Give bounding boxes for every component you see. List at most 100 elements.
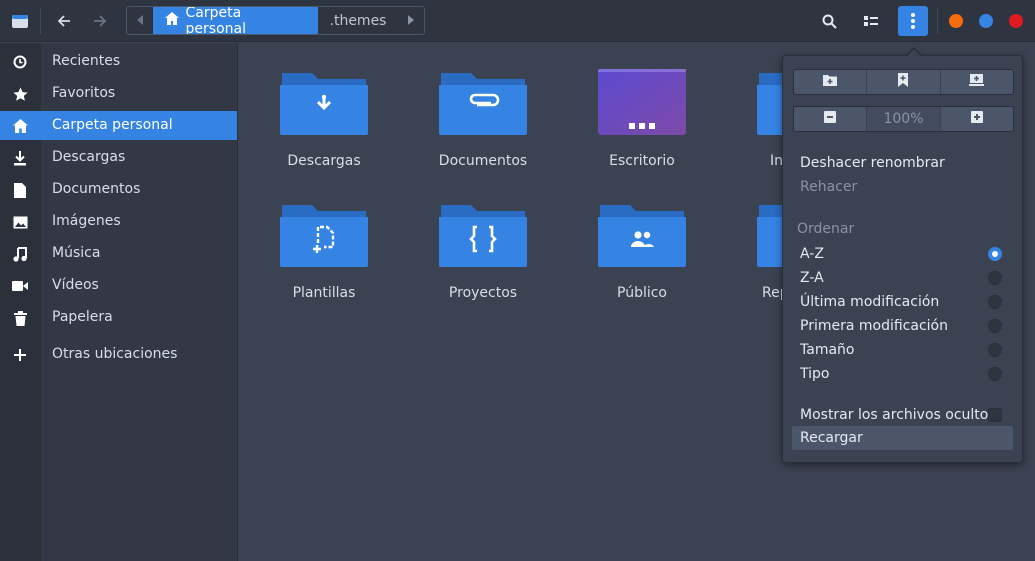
main-menu-button[interactable] [898, 6, 928, 36]
breadcrumb-home[interactable]: Carpeta personal [152, 6, 318, 35]
list-view-icon [864, 15, 878, 27]
breadcrumb-themes[interactable]: .themes [318, 7, 399, 34]
arrow-left-icon [57, 14, 71, 28]
minimize-button[interactable] [949, 14, 963, 28]
minus-icon [824, 111, 837, 127]
file-label: Documentos [438, 153, 528, 169]
search-icon [822, 14, 837, 29]
breadcrumb-label: .themes [329, 12, 387, 29]
trash-icon [12, 310, 28, 326]
sort-radio-size[interactable] [988, 343, 1002, 357]
popover-arrow-inner [906, 49, 922, 57]
sort-option-first-modified[interactable]: Primera modificación [800, 316, 948, 336]
folder-window-icon [6, 8, 34, 34]
new-folder-button[interactable] [794, 70, 868, 94]
sort-radio-a-z[interactable] [988, 247, 1002, 261]
arrow-right-icon [93, 14, 107, 28]
desktop-folder-icon [598, 69, 686, 139]
music-icon [12, 246, 28, 262]
sort-option-type[interactable]: Tipo [800, 364, 829, 384]
sort-option-a-z[interactable]: A-Z [800, 244, 824, 264]
attachment-folder-icon [439, 69, 527, 139]
file-label: Plantillas [292, 285, 356, 301]
bookmark-add-icon [898, 73, 909, 91]
sort-heading: Ordenar [797, 221, 855, 237]
people-folder-icon [598, 201, 686, 271]
sidebar-item-favoritos[interactable]: Favoritos [0, 79, 238, 108]
sidebar-item-label: Descargas [52, 149, 126, 165]
header-separator [40, 8, 41, 34]
star-icon [12, 86, 28, 102]
sidebar-item-label: Papelera [52, 309, 113, 325]
header-bar: Carpeta personal .themes [0, 0, 1035, 42]
sidebar-item-musica[interactable]: Música [0, 239, 238, 268]
sidebar-item-papelera[interactable]: Papelera [0, 303, 238, 332]
path-scroll-left-button[interactable] [127, 7, 153, 34]
file-label: Escritorio [609, 153, 675, 169]
zoom-out-button[interactable] [794, 107, 868, 131]
home-icon [164, 12, 179, 29]
sort-option-size[interactable]: Tamaño [800, 340, 854, 360]
sidebar-item-documentos[interactable]: Documentos [0, 175, 238, 204]
image-icon [12, 214, 28, 230]
sidebar-item-label: Música [52, 245, 101, 261]
sidebar-item-label: Vídeos [52, 277, 99, 293]
sidebar-item-imagenes[interactable]: Imágenes [0, 207, 238, 236]
main-menu-popover: 100% Deshacer renombrar Rehacer Ordenar … [782, 55, 1023, 463]
sidebar-item-recientes[interactable]: Recientes [0, 47, 238, 76]
home-icon [12, 118, 28, 134]
sidebar-item-label: Otras ubicaciones [52, 346, 178, 362]
show-hidden-files-checkbox[interactable] [988, 408, 1002, 422]
sidebar-item-otras-ubicaciones[interactable]: Otras ubicaciones [0, 340, 238, 369]
header-separator [937, 8, 938, 34]
new-tab-button[interactable] [940, 70, 1013, 94]
zoom-level: 100% [867, 107, 941, 131]
search-button[interactable] [814, 6, 844, 36]
sort-radio-first-modified[interactable] [988, 319, 1002, 333]
zoom-in-button[interactable] [940, 107, 1013, 131]
new-tab-icon [969, 74, 985, 90]
close-button[interactable] [1009, 14, 1023, 28]
forward-button[interactable] [85, 6, 115, 36]
path-scroll-right-button[interactable] [398, 7, 424, 34]
braces-folder-icon [439, 201, 527, 271]
maximize-button[interactable] [979, 14, 993, 28]
redo-item[interactable]: Rehacer [800, 177, 857, 197]
show-hidden-files-item[interactable]: Mostrar los archivos ocultos [800, 405, 996, 425]
sort-radio-last-modified[interactable] [988, 295, 1002, 309]
sidebar-item-label: Recientes [52, 53, 121, 69]
download-folder-icon [280, 69, 368, 139]
sort-radio-type[interactable] [988, 367, 1002, 381]
zoom-controls: 100% [793, 106, 1014, 132]
undo-rename-item[interactable]: Deshacer renombrar [800, 153, 945, 173]
sidebar-item-label: Favoritos [52, 85, 116, 101]
reload-item[interactable]: Recargar [800, 428, 863, 448]
plus-icon [12, 347, 28, 363]
sidebar-item-videos[interactable]: Vídeos [0, 271, 238, 300]
sort-option-last-modified[interactable]: Última modificación [800, 292, 939, 312]
sort-option-z-a[interactable]: Z-A [800, 268, 824, 288]
download-icon [12, 150, 28, 166]
chevron-left-icon [136, 13, 143, 29]
back-button[interactable] [49, 6, 79, 36]
sidebar-item-label: Imágenes [52, 213, 121, 229]
popover-actions-group [793, 69, 1014, 95]
chevron-right-icon [408, 13, 415, 29]
file-label: Público [617, 285, 667, 301]
file-label: Descargas [287, 153, 361, 169]
sidebar-item-descargas[interactable]: Descargas [0, 143, 238, 172]
sort-radio-z-a[interactable] [988, 271, 1002, 285]
view-toggle-button[interactable] [856, 6, 886, 36]
add-bookmark-button[interactable] [867, 70, 941, 94]
clock-icon [12, 54, 28, 70]
sidebar-item-carpeta-personal[interactable]: Carpeta personal [0, 111, 238, 140]
sidebar-item-label: Carpeta personal [52, 117, 173, 133]
file-label: Proyectos [448, 285, 518, 301]
kebab-menu-icon [911, 13, 915, 29]
new-folder-icon [823, 74, 838, 90]
sidebar-item-label: Documentos [52, 181, 141, 197]
document-icon [12, 182, 28, 198]
template-folder-icon [280, 201, 368, 271]
breadcrumb-label: Carpeta personal [185, 6, 246, 35]
plus-icon [970, 111, 983, 127]
